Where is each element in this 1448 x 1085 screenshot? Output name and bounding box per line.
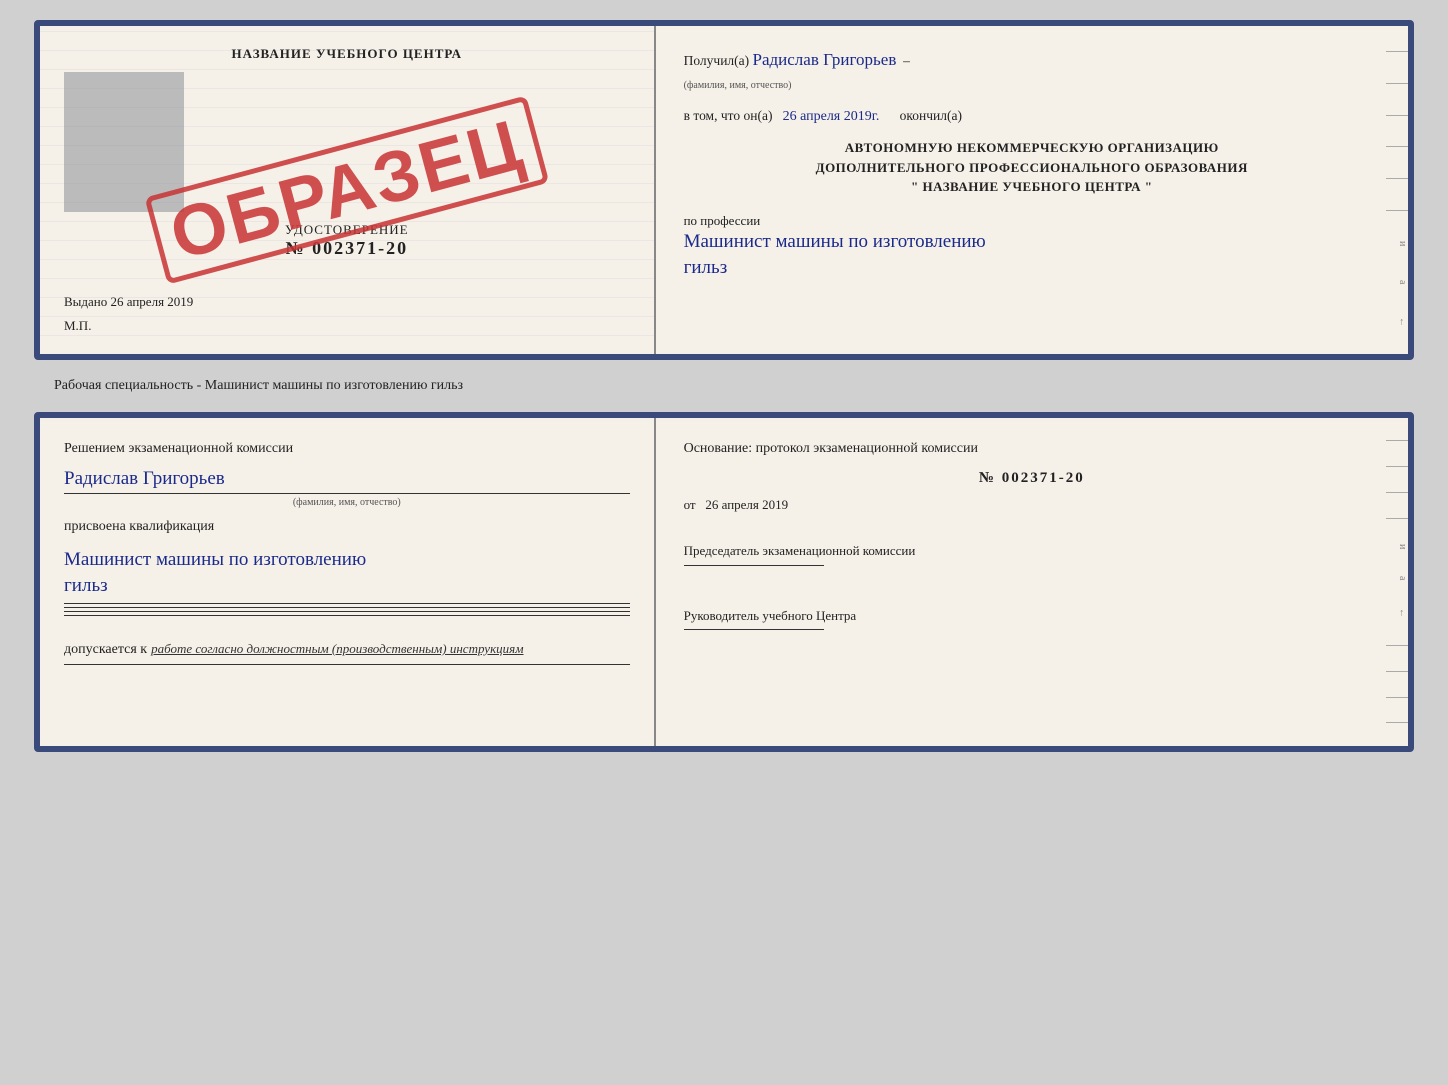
decision-text: Решением экзаменационной комиссии xyxy=(64,438,630,460)
deco2-text-arrow: ← xyxy=(1386,608,1408,620)
deco2-line-2 xyxy=(1386,466,1408,467)
right-deco-lines-2: и а ← xyxy=(1386,418,1408,746)
in-that-prefix: в том, что он(а) xyxy=(684,108,773,123)
deco-line-3 xyxy=(1386,115,1408,116)
deco-line-1 xyxy=(1386,51,1408,52)
allowed-text: работе согласно должностным (производств… xyxy=(151,641,523,656)
director-sig-line xyxy=(684,629,824,630)
cert-number: № 002371-20 xyxy=(64,238,630,259)
chairman-sig-line xyxy=(684,565,824,566)
doc2-left-panel: Решением экзаменационной комиссии Радисл… xyxy=(40,418,656,746)
assigned-label: присвоена квалификация xyxy=(64,516,630,538)
allowed-block: допускается к работе согласно должностны… xyxy=(64,639,630,668)
date-prefix: от xyxy=(684,497,696,512)
document-card-1: НАЗВАНИЕ УЧЕБНОГО ЦЕНТРА УДОСТОВЕРЕНИЕ №… xyxy=(34,20,1414,360)
received-prefix: Получил(а) xyxy=(684,53,750,68)
qual-line-4 xyxy=(64,615,630,616)
deco2-line-4 xyxy=(1386,518,1408,519)
deco2-line-6 xyxy=(1386,671,1408,672)
cert-label: УДОСТОВЕРЕНИЕ xyxy=(64,222,630,238)
person-caption: (фамилия, имя, отчество) xyxy=(64,497,630,508)
doc1-right-panel: Получил(а) Радислав Григорьев – (фамилия… xyxy=(656,26,1408,354)
doc1-title: НАЗВАНИЕ УЧЕБНОГО ЦЕНТРА xyxy=(64,46,630,62)
recipient-caption: (фамилия, имя, отчество) xyxy=(684,80,792,91)
osnov-label: Основание: протокол экзаменационной коми… xyxy=(684,438,1380,460)
photo-placeholder xyxy=(64,72,184,212)
deco-text-и: и xyxy=(1386,241,1408,248)
chairman-block: Председатель экзаменационной комиссии xyxy=(684,531,1380,570)
doc2-right-panel: Основание: протокол экзаменационной коми… xyxy=(656,418,1408,746)
qualification-name2: гильз xyxy=(64,573,630,600)
deco2-line-3 xyxy=(1386,492,1408,493)
issued-date: 26 апреля 2019 xyxy=(111,294,194,309)
profession-name: Машинист машины по изготовлению xyxy=(684,229,1380,256)
director-title: Руководитель учебного Центра xyxy=(684,606,1380,626)
date-line: от 26 апреля 2019 xyxy=(684,497,1380,513)
name-underline xyxy=(64,493,630,494)
person-block: Радислав Григорьев (фамилия, имя, отчест… xyxy=(64,468,630,508)
deco2-line-8 xyxy=(1386,722,1408,723)
deco-line-6 xyxy=(1386,210,1408,211)
profession-prefix: по профессии xyxy=(684,213,1380,229)
issued-prefix: Выдано xyxy=(64,294,107,309)
right-deco-lines: и а ← xyxy=(1386,26,1408,354)
recipient-name: Радислав Григорьев xyxy=(753,50,897,69)
deco-line-5 xyxy=(1386,178,1408,179)
deco2-text-и: и xyxy=(1386,544,1408,551)
qualification-block: Машинист машины по изготовлению гильз xyxy=(64,547,630,619)
issued-line: Выдано 26 апреля 2019 xyxy=(64,294,630,310)
org-block: АВТОНОМНУЮ НЕКОММЕРЧЕСКУЮ ОРГАНИЗАЦИЮ ДО… xyxy=(684,138,1380,197)
deco-line-2 xyxy=(1386,83,1408,84)
completion-date: 26 апреля 2019г. xyxy=(783,109,880,124)
completion-line: в том, что он(а) 26 апреля 2019г. окончи… xyxy=(684,105,1380,128)
director-block: Руководитель учебного Центра xyxy=(684,596,1380,635)
profession-block: по профессии Машинист машины по изготовл… xyxy=(684,213,1380,282)
mp-label: М.П. xyxy=(64,318,630,334)
qual-line-3 xyxy=(64,611,630,612)
date-value: 26 апреля 2019 xyxy=(705,497,788,512)
page-wrapper: НАЗВАНИЕ УЧЕБНОГО ЦЕНТРА УДОСТОВЕРЕНИЕ №… xyxy=(20,20,1428,752)
deco-text-а: а xyxy=(1386,280,1408,286)
qual-line-1 xyxy=(64,603,630,604)
org-name: " НАЗВАНИЕ УЧЕБНОГО ЦЕНТРА " xyxy=(684,177,1380,197)
deco2-line-7 xyxy=(1386,697,1408,698)
caption-between: Рабочая специальность - Машинист машины … xyxy=(54,378,463,394)
chairman-title: Председатель экзаменационной комиссии xyxy=(684,541,1380,561)
deco2-text-а: а xyxy=(1386,576,1408,582)
deco-text-arrow: ← xyxy=(1386,317,1408,329)
document-card-2: Решением экзаменационной комиссии Радисл… xyxy=(34,412,1414,752)
deco2-line-5 xyxy=(1386,645,1408,646)
person-name: Радислав Григорьев xyxy=(64,468,630,490)
allowed-underline xyxy=(64,664,630,665)
deco-line-4 xyxy=(1386,146,1408,147)
qual-line-2 xyxy=(64,607,630,608)
org-line1: АВТОНОМНУЮ НЕКОММЕРЧЕСКУЮ ОРГАНИЗАЦИЮ xyxy=(684,138,1380,158)
profession-name2: гильз xyxy=(684,255,1380,282)
doc1-left-panel: НАЗВАНИЕ УЧЕБНОГО ЦЕНТРА УДОСТОВЕРЕНИЕ №… xyxy=(40,26,656,354)
qualification-name: Машинист машины по изготовлению xyxy=(64,547,630,574)
completed-suffix: окончил(а) xyxy=(900,108,962,123)
allowed-prefix: допускается к xyxy=(64,642,147,657)
org-line2: ДОПОЛНИТЕЛЬНОГО ПРОФЕССИОНАЛЬНОГО ОБРАЗО… xyxy=(684,158,1380,178)
cert-info: УДОСТОВЕРЕНИЕ № 002371-20 xyxy=(64,222,630,259)
received-line: Получил(а) Радислав Григорьев – (фамилия… xyxy=(684,46,1380,95)
deco2-line-1 xyxy=(1386,440,1408,441)
protocol-number: № 002371-20 xyxy=(684,470,1380,487)
